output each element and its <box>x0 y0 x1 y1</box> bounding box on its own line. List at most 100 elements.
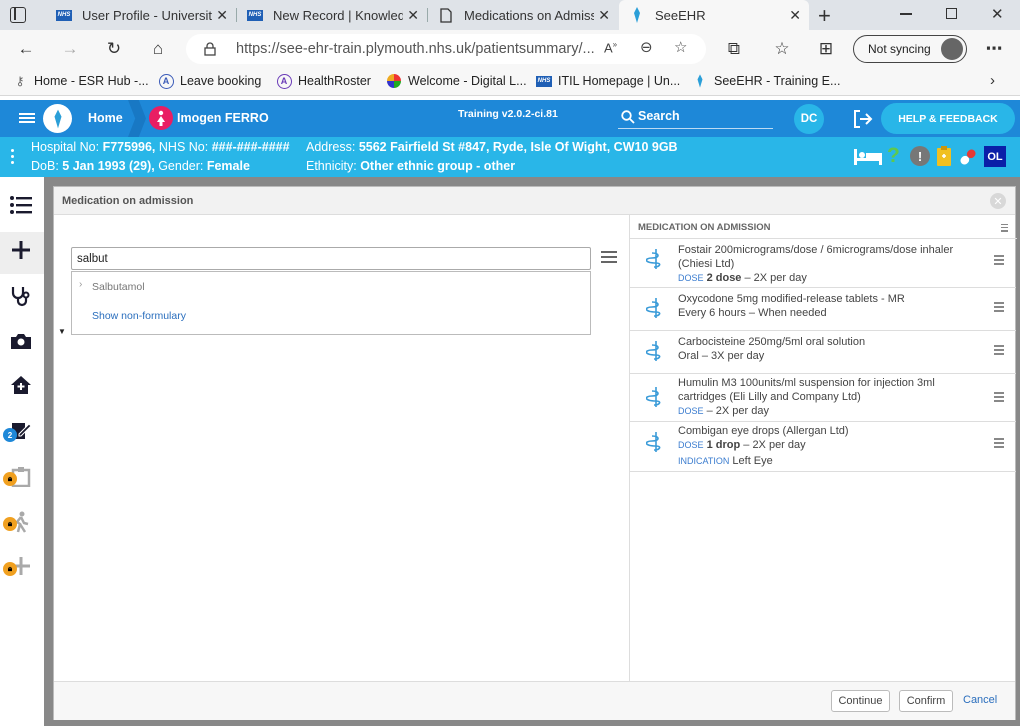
browser-tab-strip: NHS User Profile - University ✕ NHS New … <box>0 0 1020 30</box>
medication-item[interactable]: Combigan eye drops (Allergan Ltd) DOSE 1… <box>630 422 1016 472</box>
close-modal-icon[interactable]: ✕ <box>990 193 1006 209</box>
bookmark-esr-hub[interactable]: ⚷ Home - ESR Hub -... <box>12 73 149 89</box>
bookmark-seeehr[interactable]: SeeEHR - Training E... <box>692 73 840 89</box>
nhs-icon: NHS <box>247 9 263 21</box>
clipboard-icon[interactable] <box>936 145 952 167</box>
browser-tab-medications[interactable]: Medications on Admiss ✕ <box>428 0 618 30</box>
search-result-item[interactable]: › Salbutamol <box>72 278 590 296</box>
forward-icon[interactable]: → <box>58 37 82 61</box>
bookmark-leave-booking[interactable]: A Leave booking <box>158 73 261 89</box>
add-favorite-icon[interactable]: ☆ <box>674 38 687 56</box>
chevron-right-icon[interactable]: › <box>990 72 995 89</box>
bed-icon[interactable] <box>854 147 882 165</box>
logout-icon[interactable] <box>853 110 873 128</box>
tab-actions-icon[interactable] <box>10 7 26 23</box>
ethnicity-label: Ethnicity: <box>306 159 357 173</box>
help-feedback-button[interactable]: HELP & FEEDBACK <box>881 103 1015 134</box>
medication-item[interactable]: Fostair 200micrograms/dose / 6micrograms… <box>630 239 1016 288</box>
profile-sync-button[interactable]: Not syncing <box>853 35 967 63</box>
collections-icon[interactable]: ⊞ <box>814 37 838 61</box>
hamburger-menu-icon[interactable] <box>19 113 35 125</box>
chevron-right-icon: › <box>79 279 83 290</box>
medication-pill-icon[interactable] <box>957 146 979 168</box>
home-link[interactable]: Home <box>88 111 123 125</box>
home-care-icon[interactable] <box>8 372 34 398</box>
medication-name: Fostair 200micrograms/dose / 6micrograms… <box>678 244 954 270</box>
browser-tab-new-record[interactable]: NHS New Record | Knowledg ✕ <box>237 0 427 30</box>
medication-item[interactable]: Carbocisteine 250mg/5ml oral solution Or… <box>630 331 1016 374</box>
show-non-formulary-link[interactable]: Show non-formulary <box>92 310 186 322</box>
nhs-label: NHS No: <box>158 140 209 154</box>
item-menu-icon[interactable] <box>994 438 1004 448</box>
back-icon[interactable]: ← <box>14 37 38 61</box>
bookmark-itil[interactable]: NHS ITIL Homepage | Un... <box>536 73 680 89</box>
minimize-icon[interactable] <box>900 13 912 15</box>
medication-detail: Every 6 hours – When needed <box>678 307 827 319</box>
close-window-icon[interactable]: ✕ <box>991 5 1004 23</box>
camera-icon[interactable] <box>8 328 34 354</box>
bookmark-digital-learning[interactable]: Welcome - Digital L... <box>386 73 527 89</box>
cancel-link[interactable]: Cancel <box>963 694 997 706</box>
add-icon[interactable] <box>8 237 34 263</box>
patient-ids: Hospital No: F775996, NHS No: ###-###-##… <box>31 140 290 154</box>
item-menu-icon[interactable] <box>994 302 1004 312</box>
home-icon[interactable]: ⌂ <box>146 37 170 61</box>
panel-menu-icon[interactable] <box>1001 224 1008 234</box>
caret-down-icon[interactable]: ▼ <box>58 327 66 336</box>
ol-badge[interactable]: OL <box>984 146 1006 167</box>
close-tab-icon[interactable]: ✕ <box>789 7 801 24</box>
medication-name: Humulin M3 100units/ml suspension for in… <box>678 377 935 403</box>
bookmark-label: Home - ESR Hub -... <box>34 74 149 88</box>
tab-title: User Profile - University <box>82 7 212 23</box>
address-bar[interactable]: https://see-ehr-train.plymouth.nhs.uk/pa… <box>186 34 706 64</box>
question-icon[interactable]: ? <box>887 144 900 168</box>
avatar <box>941 38 963 60</box>
confirm-button[interactable]: Confirm <box>899 690 953 712</box>
patient-demographics: DoB: 5 Jan 1993 (29), Gender: Female <box>31 159 250 173</box>
list-menu-icon[interactable] <box>8 192 34 218</box>
close-tab-icon[interactable]: ✕ <box>598 7 610 24</box>
tab-title: SeeEHR <box>655 7 706 23</box>
close-tab-icon[interactable]: ✕ <box>407 7 419 24</box>
address-value: 5562 Fairfield St #847, Ryde, Isle Of Wi… <box>358 140 678 154</box>
search-box[interactable]: Search <box>618 105 773 129</box>
item-menu-icon[interactable] <box>994 345 1004 355</box>
medication-item[interactable]: Humulin M3 100units/ml suspension for in… <box>630 374 1016 422</box>
patient-banner: Hospital No: F775996, NHS No: ###-###-##… <box>0 137 1020 177</box>
medication-item[interactable]: Oxycodone 5mg modified-release tablets -… <box>630 288 1016 331</box>
search-options-menu-icon[interactable] <box>601 251 617 265</box>
read-aloud-icon[interactable]: A» <box>604 40 617 55</box>
continue-button[interactable]: Continue <box>831 690 890 712</box>
bookmark-healthroster[interactable]: A HealthRoster <box>276 73 371 89</box>
favorites-icon[interactable]: ☆ <box>770 37 794 61</box>
restore-icon[interactable] <box>946 8 957 19</box>
bookmark-label: SeeEHR - Training E... <box>714 74 841 88</box>
item-menu-icon[interactable] <box>994 392 1004 402</box>
close-tab-icon[interactable]: ✕ <box>216 7 228 24</box>
medication-detail: Oral – 3X per day <box>678 350 765 362</box>
lock-icon[interactable] <box>204 42 216 56</box>
tab-title: New Record | Knowledg <box>273 7 403 23</box>
hospital-label: Hospital No: <box>31 140 100 154</box>
extensions-icon[interactable]: ⧉ <box>722 37 746 61</box>
zoom-out-icon[interactable]: ⊖ <box>640 38 653 56</box>
new-tab-icon[interactable]: + <box>818 3 831 29</box>
page-icon <box>440 7 452 23</box>
alert-icon[interactable]: ! <box>910 146 930 166</box>
patient-name-link[interactable]: Imogen FERRO <box>177 111 269 125</box>
medication-search-input[interactable] <box>71 247 591 270</box>
stethoscope-icon[interactable] <box>8 283 34 309</box>
user-avatar[interactable]: DC <box>794 104 824 134</box>
browser-tab-user-profile[interactable]: NHS User Profile - University ✕ <box>46 0 236 30</box>
more-menu-icon[interactable]: ⋯ <box>982 37 1006 61</box>
refresh-icon[interactable]: ↻ <box>102 37 126 61</box>
indication-value: Left Eye <box>732 455 773 467</box>
medication-detail: DOSE 2 dose – 2X per day <box>678 272 807 284</box>
banner-menu-icon[interactable] <box>11 149 15 165</box>
bookmark-label: Leave booking <box>180 74 262 88</box>
browser-tab-seeehr[interactable]: SeeEHR ✕ <box>619 0 809 30</box>
a-purple-icon: A <box>276 73 292 89</box>
dose-value: 2 dose <box>706 272 742 284</box>
item-menu-icon[interactable] <box>994 255 1004 265</box>
seeehr-logo-icon[interactable] <box>43 104 72 133</box>
